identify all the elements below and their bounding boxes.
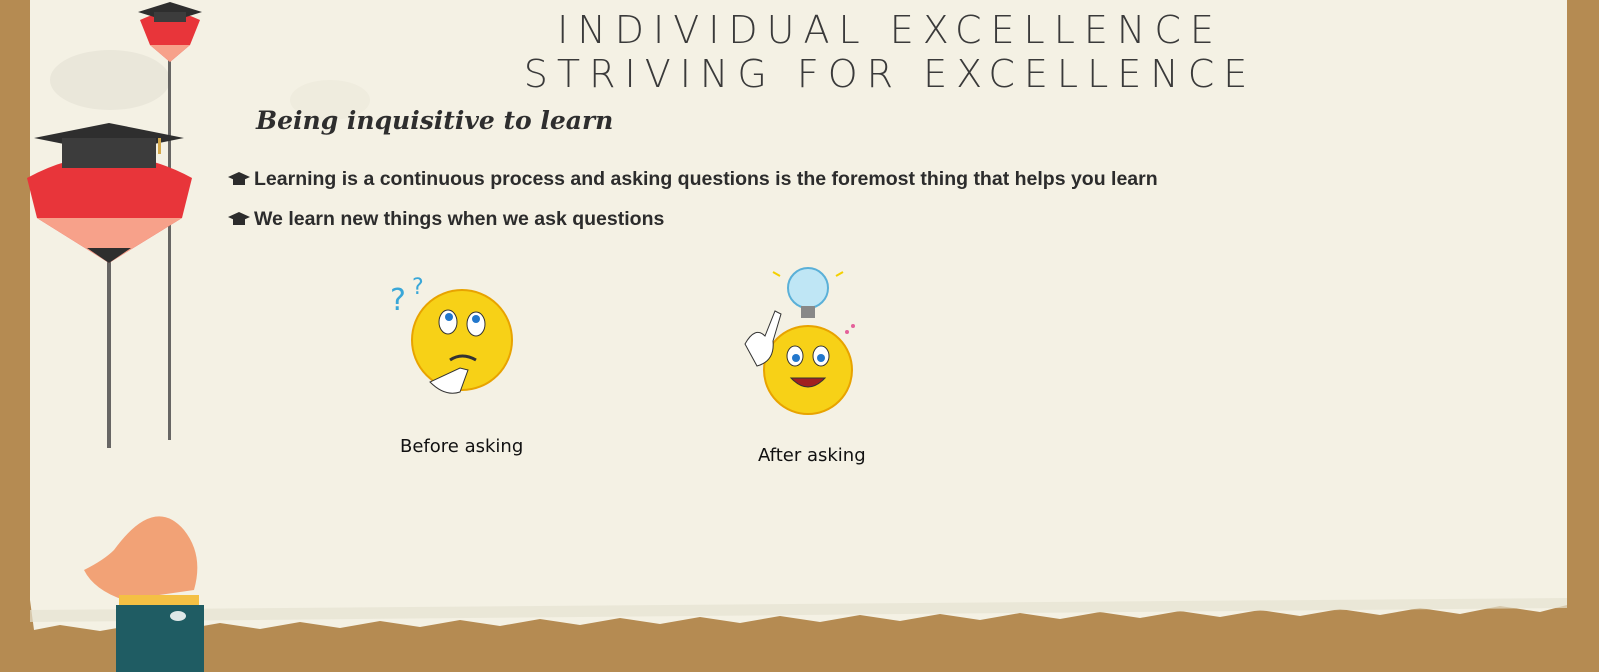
bullet-item: We learn new things when we ask question…: [228, 208, 664, 231]
page-title-line-1: INDIVIDUAL EXCELLENCE: [557, 8, 1223, 52]
bullet-item: Learning is a continuous process and ask…: [228, 168, 1158, 191]
slide-canvas: INDIVIDUAL EXCELLENCE STRIVING FOR EXCEL…: [0, 0, 1599, 672]
thinking-smiley-icon: ? ?: [390, 275, 513, 394]
graduation-cap-icon: [228, 171, 250, 185]
page-title-line-2: STRIVING FOR EXCELLENCE: [523, 52, 1257, 96]
svg-text:?: ?: [412, 275, 424, 300]
graduation-cap-icon: [228, 211, 250, 225]
after-asking-caption: After asking: [758, 445, 866, 466]
balloon-large-icon: [27, 123, 192, 448]
bullet-text: Learning is a continuous process and ask…: [254, 168, 1158, 190]
idea-smiley-icon: [744, 267, 855, 415]
bullet-text: We learn new things when we ask question…: [254, 208, 665, 230]
section-subtitle: Being inquisitive to learn: [256, 106, 614, 135]
before-asking-caption: Before asking: [400, 436, 524, 457]
hand-icon: [84, 516, 204, 672]
svg-text:?: ?: [390, 283, 406, 318]
